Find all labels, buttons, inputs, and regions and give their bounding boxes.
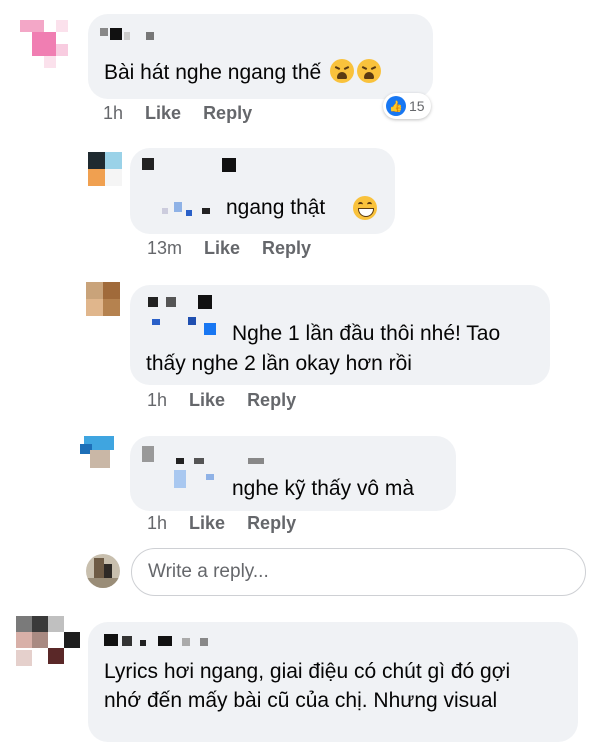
comment-bubble: ngang thật xyxy=(130,148,395,234)
comment-text: Nghe 1 lần đầu thôi nhé! Tao xyxy=(232,322,501,345)
author-tag xyxy=(144,470,224,490)
comment-bubble: Nghe 1 lần đầu thôi nhé! Tao thấy nghe 2… xyxy=(130,285,550,385)
weary-face-icon xyxy=(330,59,355,83)
comment-text: Lyrics hơi ngang, giai điệu có chút gì đ… xyxy=(104,660,511,683)
avatar[interactable] xyxy=(80,436,120,470)
author-tag xyxy=(144,317,224,337)
comment-bubble: Bài hát nghe ngang thế xyxy=(88,14,433,99)
reply-button[interactable]: Reply xyxy=(247,513,296,533)
grinning-face-icon xyxy=(353,196,377,220)
reply-placeholder: Write a reply... xyxy=(148,561,269,582)
comment-bubble: nghe kỹ thấy vô mà xyxy=(130,436,456,511)
author-name[interactable] xyxy=(144,293,214,315)
reply-button[interactable]: Reply xyxy=(203,103,252,123)
like-button[interactable]: Like xyxy=(189,390,225,410)
comment-time[interactable]: 1h xyxy=(103,103,123,123)
avatar[interactable] xyxy=(88,152,122,186)
current-user-avatar xyxy=(86,554,120,588)
comment-time[interactable]: 1h xyxy=(147,513,167,533)
comment-text: nhớ đến mấy bài cũ của chị. Nhưng visual xyxy=(104,689,498,712)
like-button[interactable]: Like xyxy=(189,513,225,533)
reply-input[interactable]: Write a reply... xyxy=(131,548,586,596)
author-tag xyxy=(144,202,214,216)
author-name[interactable] xyxy=(100,26,160,40)
reply-button[interactable]: Reply xyxy=(247,390,296,410)
comment-text: thấy nghe 2 lần okay hơn rồi xyxy=(146,352,412,375)
author-name[interactable] xyxy=(138,444,278,464)
reply-button[interactable]: Reply xyxy=(262,238,311,258)
avatar[interactable] xyxy=(16,616,80,666)
author-name[interactable] xyxy=(136,156,246,172)
comment-text: nghe kỹ thấy vô mà xyxy=(232,477,415,500)
avatar[interactable] xyxy=(20,20,68,68)
thumbs-up-icon: 👍 xyxy=(386,96,406,116)
comment-time[interactable]: 13m xyxy=(147,238,182,258)
avatar[interactable] xyxy=(86,282,120,316)
author-name[interactable] xyxy=(104,634,214,648)
weary-face-icon xyxy=(357,59,382,83)
comment-bubble: Lyrics hơi ngang, giai điệu có chút gì đ… xyxy=(88,622,578,742)
like-button[interactable]: Like xyxy=(145,103,181,123)
comment-text: ngang thật xyxy=(226,196,326,219)
like-button[interactable]: Like xyxy=(204,238,240,258)
reaction-count[interactable]: 👍 15 xyxy=(383,93,431,119)
comment-text: Bài hát nghe ngang thế xyxy=(104,61,322,84)
comment-time[interactable]: 1h xyxy=(147,390,167,410)
